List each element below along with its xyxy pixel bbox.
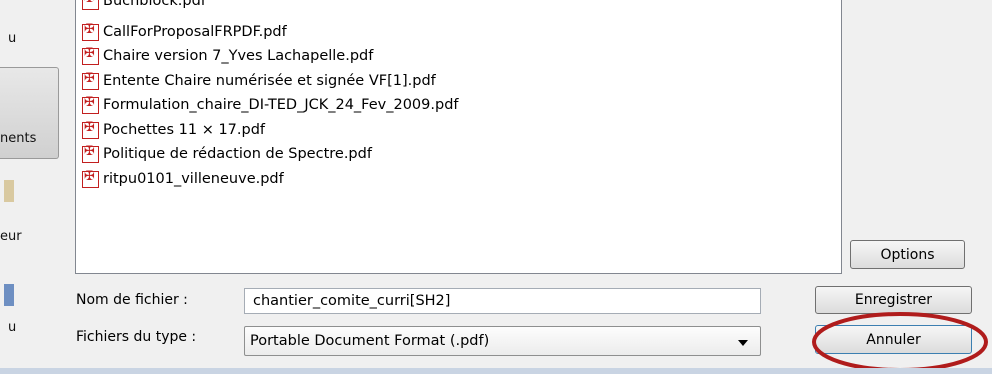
pdf-file-icon bbox=[82, 144, 99, 163]
filename-input-value: chantier_comite_curri[SH2] bbox=[253, 293, 451, 309]
file-name: ritpu0101_villeneuve.pdf bbox=[103, 171, 284, 187]
options-button[interactable]: Options bbox=[850, 240, 965, 269]
file-name: Politique de rédaction de Spectre.pdf bbox=[103, 146, 372, 162]
list-item[interactable]: Chaire version 7_Yves Lachapelle.pdf bbox=[82, 45, 373, 67]
file-list[interactable]: Buchblock.pdf CallForProposalFRPDF.pdf C… bbox=[75, 0, 842, 274]
save-button-label: Enregistrer bbox=[854, 292, 933, 308]
filename-input[interactable]: chantier_comite_curri[SH2] bbox=[244, 288, 761, 314]
sidebar-item-computer[interactable]: eur bbox=[0, 229, 60, 244]
sidebar-item-label: nents bbox=[0, 131, 37, 146]
chevron-down-icon bbox=[738, 340, 748, 346]
places-sidebar: u nents eur u bbox=[0, 0, 62, 374]
network-icon bbox=[4, 284, 14, 306]
sidebar-item[interactable]: u bbox=[8, 31, 68, 46]
sidebar-item-documents[interactable]: nents bbox=[0, 131, 60, 146]
pdf-file-icon bbox=[82, 95, 99, 114]
filetype-select-value: Portable Document Format (.pdf) bbox=[250, 333, 490, 349]
sidebar-item-label: u bbox=[8, 320, 17, 335]
folder-icon bbox=[4, 180, 14, 202]
file-name: Buchblock.pdf bbox=[103, 0, 206, 9]
pdf-file-icon bbox=[82, 169, 99, 188]
list-item[interactable]: Buchblock.pdf bbox=[82, 0, 206, 12]
list-item[interactable]: Formulation_chaire_DI-TED_JCK_24_Fev_200… bbox=[82, 94, 459, 116]
list-item[interactable]: Entente Chaire numérisée et signée VF[1]… bbox=[82, 70, 436, 92]
list-item[interactable]: ritpu0101_villeneuve.pdf bbox=[82, 168, 284, 190]
save-button[interactable]: Enregistrer bbox=[815, 286, 972, 314]
pdf-file-icon bbox=[82, 46, 99, 65]
pdf-file-icon bbox=[82, 120, 99, 139]
sidebar-item-label: u bbox=[8, 31, 17, 46]
list-item[interactable]: CallForProposalFRPDF.pdf bbox=[82, 21, 287, 43]
file-name: Pochettes 11 × 17.pdf bbox=[103, 122, 266, 138]
file-name: Chaire version 7_Yves Lachapelle.pdf bbox=[103, 48, 374, 64]
filetype-label: Fichiers du type : bbox=[76, 329, 197, 345]
options-button-label: Options bbox=[880, 246, 935, 263]
list-item[interactable]: Pochettes 11 × 17.pdf bbox=[82, 119, 265, 141]
sidebar-item-label: eur bbox=[0, 229, 22, 244]
list-item[interactable]: Politique de rédaction de Spectre.pdf bbox=[82, 143, 372, 165]
file-name: Entente Chaire numérisée et signée VF[1]… bbox=[103, 73, 436, 89]
filetype-select[interactable]: Portable Document Format (.pdf) bbox=[244, 326, 761, 356]
pdf-file-icon bbox=[82, 71, 99, 90]
file-name: Formulation_chaire_DI-TED_JCK_24_Fev_200… bbox=[103, 97, 459, 113]
file-name: CallForProposalFRPDF.pdf bbox=[103, 24, 287, 40]
filename-label: Nom de fichier : bbox=[76, 292, 188, 308]
pdf-file-icon bbox=[82, 22, 99, 41]
sidebar-item[interactable]: u bbox=[8, 320, 68, 335]
window-bottom-border bbox=[0, 368, 992, 374]
cancel-button-label: Annuler bbox=[866, 331, 921, 348]
pdf-file-icon bbox=[82, 0, 99, 10]
cancel-button[interactable]: Annuler bbox=[815, 325, 972, 354]
